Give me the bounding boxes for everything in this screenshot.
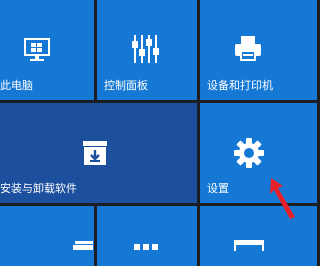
install-box-icon	[83, 141, 107, 165]
printer-icon	[235, 36, 261, 61]
tile-control-panel[interactable]: 控制面板	[97, 0, 197, 100]
monitor-icon	[24, 38, 50, 61]
tile-bottom-left[interactable]	[0, 206, 94, 266]
tile-install-uninstall-label: 安装与卸载软件	[0, 182, 77, 195]
tile-this-pc[interactable]: 此电脑	[0, 0, 94, 100]
tile-devices-printers-label: 设备和打印机	[207, 79, 273, 92]
tile-settings-label: 设置	[207, 182, 229, 195]
red-arrow-icon	[270, 178, 295, 219]
sliders-icon	[132, 35, 159, 63]
tile-this-pc-label: 此电脑	[0, 79, 33, 92]
tile-bottom-right[interactable]	[200, 206, 317, 266]
tile-settings[interactable]: 设置	[200, 103, 317, 203]
tile-bottom-middle[interactable]	[97, 206, 197, 266]
tile-install-uninstall[interactable]: 安装与卸载软件	[0, 103, 197, 203]
tile-control-panel-label: 控制面板	[104, 79, 148, 92]
tile-devices-printers[interactable]: 设备和打印机	[200, 0, 317, 100]
gear-icon	[234, 138, 264, 168]
calendar-icon	[234, 240, 264, 251]
